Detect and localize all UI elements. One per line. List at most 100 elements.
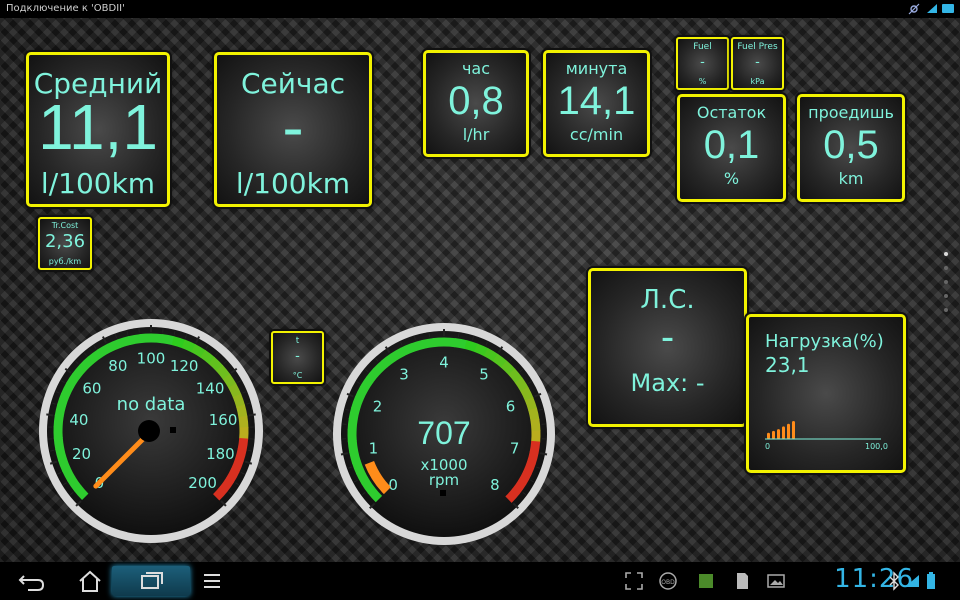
gallery-icon[interactable] — [766, 571, 786, 591]
speed-tick-label: 20 — [72, 445, 91, 463]
fuel-level-panel[interactable]: Fuel - % — [676, 37, 729, 90]
rpm-scale-arc — [526, 451, 539, 465]
page-dot[interactable] — [944, 308, 948, 312]
trip-cost-panel[interactable]: Tr.Cost 2,36 руб./km — [38, 217, 92, 270]
speed-scale-arc — [62, 467, 76, 482]
rpm-scale-arc — [354, 386, 369, 401]
minute-consumption-panel[interactable]: минута 14,1 cc/min — [543, 50, 650, 157]
rpm-scale-arc — [349, 450, 361, 464]
menu-button[interactable] — [190, 566, 234, 596]
current-consumption-panel[interactable]: Сейчас - l/100km — [214, 52, 372, 207]
speed-scale-arc — [150, 333, 164, 344]
rpm-tick-label: 3 — [399, 365, 409, 383]
rpm-scale-arc — [421, 338, 435, 349]
horsepower-panel[interactable]: Л.С. - Max: - — [588, 268, 747, 427]
speed-tick — [248, 413, 256, 417]
panel-unit: l/100km — [235, 167, 351, 200]
rpm-scale-arc — [347, 440, 359, 453]
panel-label: проедишь — [808, 103, 894, 122]
speed-scale-arc — [67, 476, 82, 492]
rpm-scale-arc — [348, 406, 361, 421]
page-dot[interactable] — [944, 280, 948, 284]
temperature-panel[interactable]: t - °C — [271, 331, 324, 384]
speed-scale-arc — [234, 448, 247, 462]
panel-value: 14,1 — [557, 79, 636, 123]
speed-tick-label: 40 — [69, 411, 88, 429]
speed-scale-arc — [181, 339, 197, 353]
speed-tick-label: 180 — [206, 445, 235, 463]
speed-tick — [46, 413, 54, 417]
speed-scale-arc — [54, 403, 67, 418]
avg-consumption-panel[interactable]: Средний 11,1 l/100km — [26, 52, 170, 207]
speed-scale-arc — [215, 364, 231, 380]
speed-tick-label: 160 — [209, 411, 238, 429]
panel-unit: руб./km — [48, 257, 82, 266]
page-dot[interactable] — [944, 294, 948, 298]
sd-card-icon[interactable] — [732, 571, 752, 591]
back-icon — [18, 575, 45, 591]
home-icon — [79, 570, 101, 592]
rpm-scale-arc — [530, 418, 541, 432]
load-history-bar — [782, 426, 785, 439]
bluetooth-icon[interactable] — [888, 571, 900, 591]
panel-value: - — [660, 315, 675, 359]
android-icon[interactable] — [696, 571, 716, 591]
rpm-scale-arc — [505, 488, 520, 503]
rpm-unit: rpm — [429, 471, 459, 489]
hourly-consumption-panel[interactable]: час 0,8 l/hr — [423, 50, 529, 157]
fullscreen-icon[interactable] — [624, 571, 644, 591]
speed-scale-arc — [212, 485, 228, 501]
speed-scale-arc — [117, 335, 132, 348]
load-axis-min: 0 — [765, 442, 770, 451]
obd-icon[interactable]: OBD — [658, 571, 678, 591]
rpm-tick-label: 5 — [479, 365, 489, 383]
range-panel[interactable]: проедишь 0,5 km — [797, 94, 905, 202]
recent-apps-icon — [141, 572, 163, 589]
home-button[interactable] — [68, 566, 112, 596]
rpm-tick — [539, 452, 548, 456]
load-history-bar — [777, 429, 780, 439]
rpm-tick-label: 0 — [388, 476, 398, 494]
rpm-scale-arc — [351, 460, 365, 475]
battery-icon[interactable] — [924, 571, 938, 591]
panel-label: Fuel — [693, 42, 712, 52]
recent-apps-button[interactable] — [112, 566, 190, 596]
rpm-scale-arc — [514, 377, 529, 392]
speed-scale-arc — [106, 339, 122, 353]
rpm-scale-arc — [361, 479, 376, 494]
speed-tick-label: 60 — [82, 379, 101, 397]
panel-value: - — [282, 91, 304, 163]
fuel-remaining-panel[interactable]: Остаток 0,1 % — [677, 94, 786, 202]
clock[interactable]: 11:26 — [834, 564, 914, 594]
page-dot[interactable] — [944, 266, 948, 270]
panel-unit: km — [838, 169, 864, 188]
wifi-icon[interactable] — [904, 571, 920, 591]
speed-tick-label: 80 — [108, 357, 127, 375]
speed-scale-arc — [53, 414, 64, 428]
panel-label: Tr.Cost — [51, 221, 79, 230]
connection-status: Подключение к 'OBDII' — [6, 3, 125, 14]
load-history-bar — [792, 421, 795, 439]
rpm-tick-label: 4 — [439, 353, 449, 371]
battery-icon — [942, 4, 954, 13]
speed-tick-label: 140 — [196, 379, 225, 397]
back-button[interactable] — [10, 566, 54, 596]
speed-scale-arc — [139, 333, 152, 344]
rpm-scale-arc — [518, 470, 532, 486]
engine-load-panel[interactable]: Нагрузка(%) 23,1 0 100,0 — [746, 314, 906, 473]
speed-scale-arc — [87, 349, 103, 364]
speed-scale-arc — [55, 447, 67, 462]
speed-scale-arc — [226, 467, 240, 483]
panel-value: - — [700, 55, 705, 70]
speed-scale-arc — [72, 364, 87, 380]
rpm-scale-arc — [347, 418, 358, 431]
fuel-pressure-panel[interactable]: Fuel Pres - kPa — [731, 37, 784, 90]
svg-text:OBD: OBD — [661, 579, 675, 586]
rpm-scale-arc — [443, 337, 457, 348]
rpm-tick — [340, 452, 349, 456]
speed-scale-arc — [238, 415, 249, 429]
navigation-bar: OBD 11:26 — [0, 562, 960, 600]
rpm-scale-arc — [474, 343, 489, 357]
speed-scale-arc — [65, 373, 80, 388]
page-dot[interactable] — [944, 252, 948, 256]
